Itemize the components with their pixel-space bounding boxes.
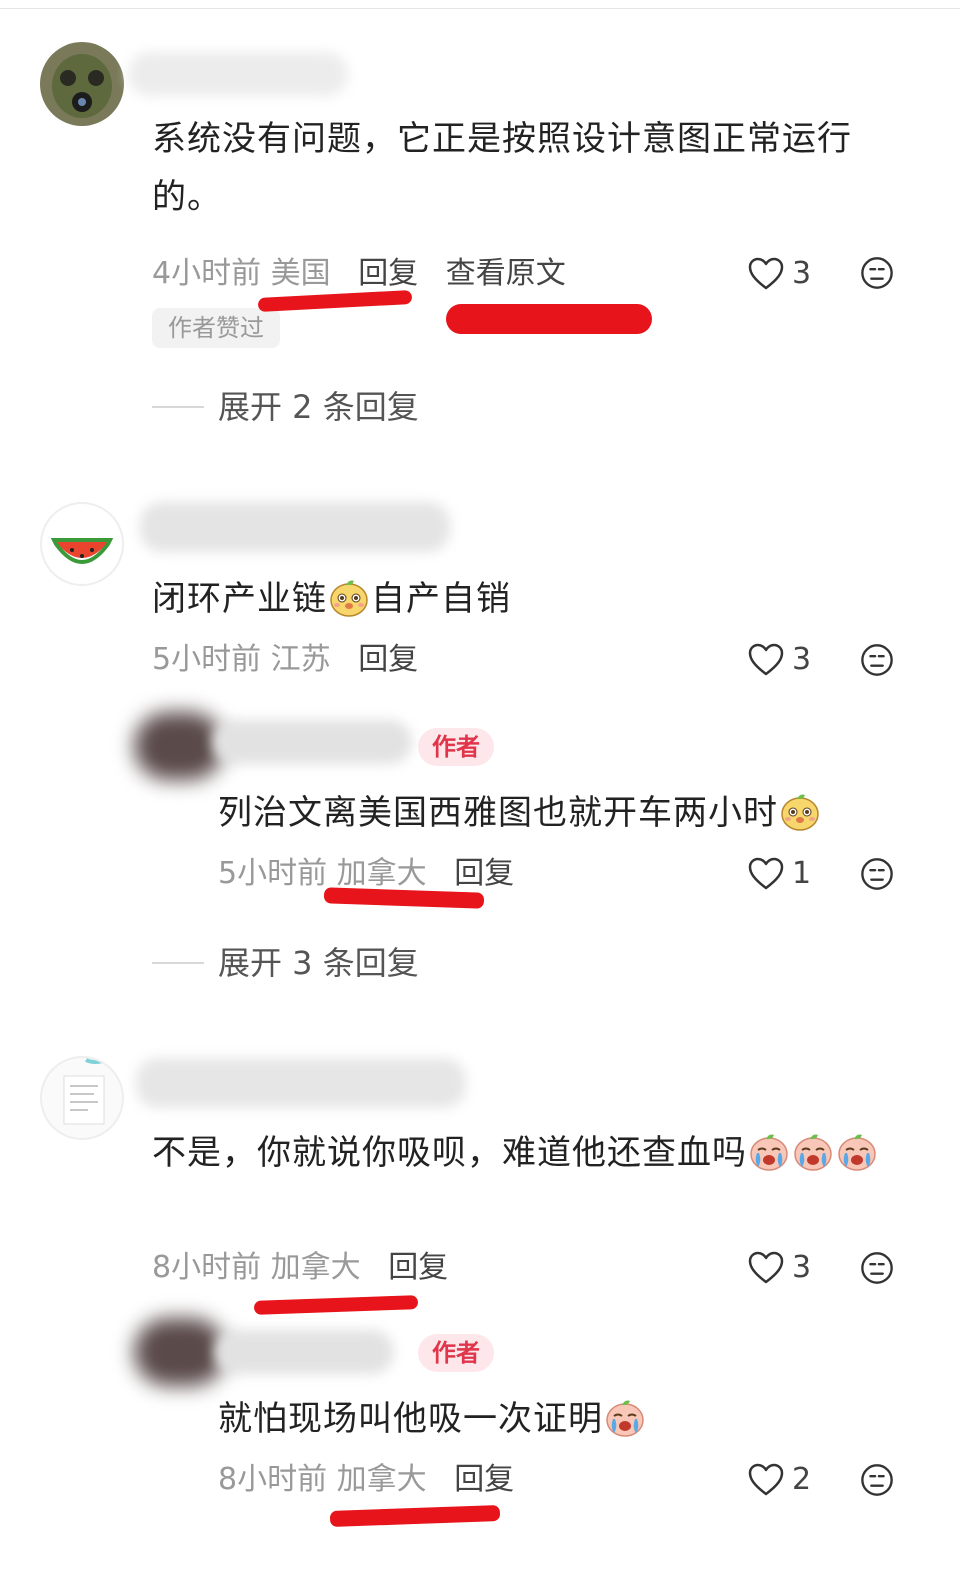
heart-icon: [748, 1463, 784, 1497]
like-count: 1: [792, 856, 812, 891]
red-underline: [253, 1295, 419, 1315]
reply-avatar-blurred[interactable]: [134, 712, 224, 780]
comment-location: 美国: [270, 256, 331, 291]
avatar[interactable]: [40, 502, 124, 586]
reply-location: 加拿大: [336, 1462, 427, 1497]
dislike-face-icon[interactable]: [860, 256, 894, 290]
like-button[interactable]: 3: [748, 254, 811, 294]
avatar-image: [40, 42, 124, 126]
like-button[interactable]: 1: [748, 854, 811, 894]
cute-emoji: [328, 576, 370, 618]
comment-text-part: 闭环产业链: [152, 579, 327, 619]
dislike-face-icon[interactable]: [860, 643, 894, 677]
comment-time: 8小时前: [152, 1250, 262, 1285]
username-blurred[interactable]: [128, 52, 348, 96]
avatar[interactable]: [40, 1056, 124, 1140]
reply-button[interactable]: 回复: [358, 256, 418, 291]
comment-text: 不是，你就说你吸呗，难道他还查血吗: [152, 1124, 912, 1182]
expand-replies-button[interactable]: 展开 3 条回复: [152, 942, 419, 984]
author-liked-badge: 作者赞过: [152, 308, 280, 348]
avatar-image: [63, 1058, 107, 1125]
comment-text-part: 不是，你就说你吸呗，难道他还查血吗: [152, 1133, 747, 1173]
comment-location: 加拿大: [270, 1250, 361, 1285]
like-count: 3: [792, 642, 812, 677]
comment-location: 江苏: [270, 642, 331, 677]
expand-divider: [152, 962, 204, 964]
reply-button[interactable]: 回复: [388, 1250, 448, 1285]
author-badge: 作者: [418, 1334, 494, 1372]
expand-divider: [152, 406, 204, 408]
reply-avatar-blurred[interactable]: [134, 1318, 226, 1386]
crying-emoji: [748, 1130, 790, 1172]
crying-emoji: [604, 1396, 646, 1438]
heart-icon: [748, 643, 784, 677]
expand-replies-label: 展开 3 条回复: [218, 944, 419, 982]
view-original-button[interactable]: 查看原文: [446, 256, 566, 291]
username-blurred[interactable]: [140, 502, 450, 552]
like-count: 3: [792, 1250, 812, 1285]
reply-meta: 8小时前 加拿大 回复: [218, 1460, 514, 1500]
expand-replies-button[interactable]: 展开 2 条回复: [152, 386, 419, 428]
crying-emoji: [792, 1130, 834, 1172]
heart-icon: [748, 257, 784, 291]
top-divider: [0, 8, 960, 9]
like-button[interactable]: 3: [748, 640, 811, 680]
expand-replies-label: 展开 2 条回复: [218, 388, 419, 426]
dislike-face-icon[interactable]: [860, 857, 894, 891]
crying-emoji: [836, 1130, 878, 1172]
reply-button[interactable]: 回复: [358, 642, 418, 677]
like-count: 3: [792, 256, 812, 291]
reply-button[interactable]: 回复: [454, 1462, 514, 1497]
heart-icon: [748, 1251, 784, 1285]
comment-text: 系统没有问题，它正是按照设计意图正常运行的。: [152, 119, 852, 217]
red-underline: [329, 1505, 501, 1527]
comment-meta: 8小时前 加拿大 回复: [152, 1248, 448, 1288]
reply-button[interactable]: 回复: [454, 856, 514, 891]
cute-emoji: [779, 790, 821, 832]
like-count: 2: [792, 1462, 812, 1497]
comment-meta: 4小时前 美国 回复 查看原文: [152, 254, 566, 294]
heart-icon: [748, 857, 784, 891]
author-badge: 作者: [418, 728, 494, 766]
comment-time: 4小时前: [152, 256, 262, 291]
reply-text-part: 列治文离美国西雅图也就开车两小时: [218, 793, 778, 833]
username-blurred[interactable]: [136, 1058, 466, 1108]
comment-text: 闭环产业链 自产自销: [152, 570, 912, 628]
reply-time: 5小时前: [218, 856, 328, 891]
reply-text: 列治文离美国西雅图也就开车两小时: [218, 784, 918, 842]
reply-username-blurred[interactable]: [214, 1330, 394, 1374]
dislike-face-icon[interactable]: [860, 1463, 894, 1497]
reply-text-part: 就怕现场叫他吸一次证明: [218, 1399, 603, 1439]
comment-meta: 5小时前 江苏 回复: [152, 640, 418, 680]
reply-username-blurred[interactable]: [212, 720, 412, 764]
watermelon-avatar: [50, 538, 114, 564]
red-underline: [446, 304, 652, 334]
reply-text: 就怕现场叫他吸一次证明: [218, 1390, 918, 1448]
like-button[interactable]: 2: [748, 1460, 811, 1500]
reply-time: 8小时前: [218, 1462, 328, 1497]
dislike-face-icon[interactable]: [860, 1251, 894, 1285]
like-button[interactable]: 3: [748, 1248, 811, 1288]
reply-location: 加拿大: [336, 856, 427, 891]
comment-time: 5小时前: [152, 642, 262, 677]
comment-text-part: 自产自销: [371, 579, 511, 619]
avatar[interactable]: [40, 42, 124, 126]
